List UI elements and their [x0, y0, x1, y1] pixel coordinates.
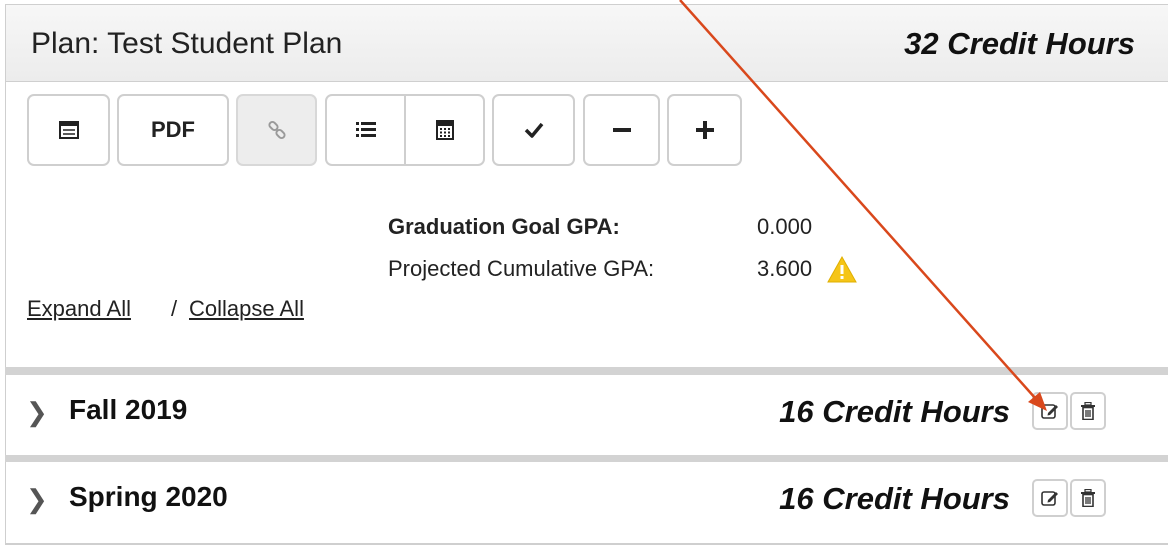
- annotation-arrow: [679, 0, 1047, 411]
- plan-panel: Plan: Test Student Plan 32 Credit Hours …: [0, 0, 1168, 546]
